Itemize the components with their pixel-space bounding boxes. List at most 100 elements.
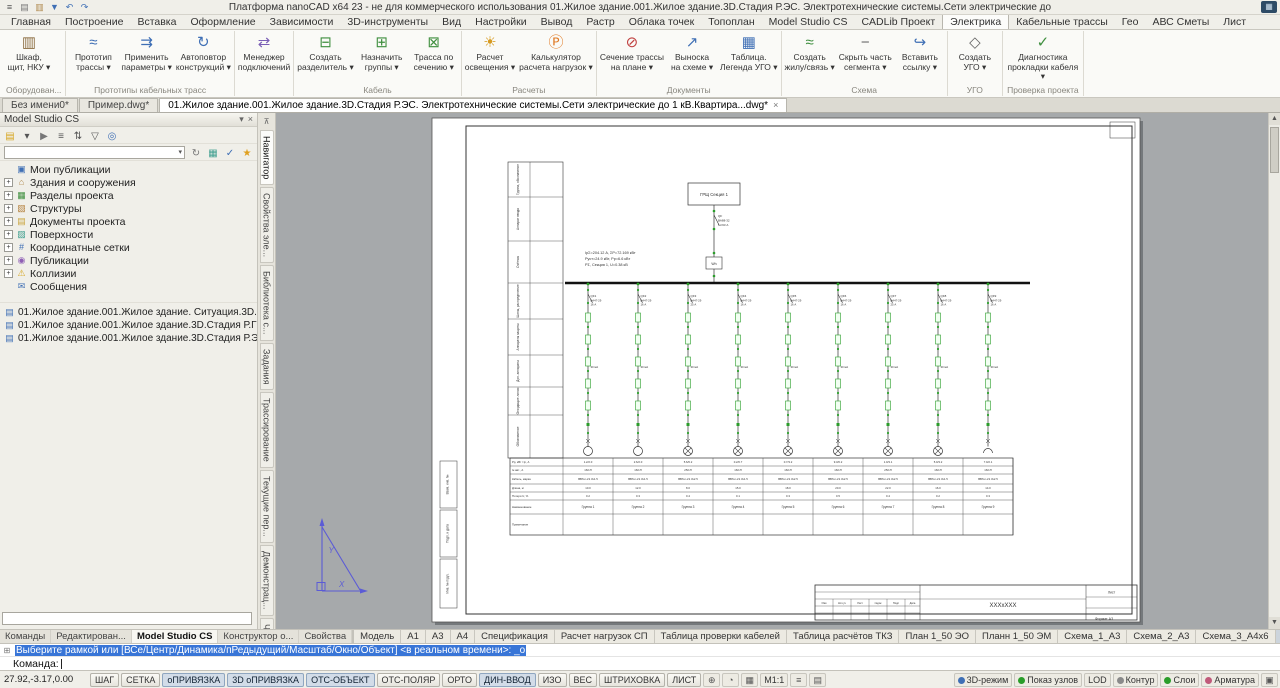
- fullscreen-icon[interactable]: ▣: [1261, 673, 1278, 687]
- undo-icon[interactable]: ↶: [63, 1, 76, 13]
- panel-tab-редактирован[interactable]: Редактирован...: [51, 630, 132, 643]
- layout-tab-а4[interactable]: А4: [451, 630, 476, 643]
- layout-tab-таблица-расчётов-ткз[interactable]: Таблица расчётов ТКЗ: [787, 630, 900, 643]
- layout-tab-а3[interactable]: А3: [426, 630, 451, 643]
- redo-icon[interactable]: ↷: [78, 1, 91, 13]
- expand-icon[interactable]: +: [4, 269, 13, 278]
- publication-item-2[interactable]: ▤01.Жилое здание.001.Жилое здание.3D.Ста…: [0, 319, 257, 332]
- publish-icon[interactable]: ▤: [2, 128, 18, 143]
- создать-жилу-связь-button[interactable]: ≈Создать жилу/связь ▾: [783, 31, 837, 72]
- side-tab-чат[interactable]: Чат: [260, 618, 274, 629]
- publication-filter-combo[interactable]: ▾: [4, 146, 185, 159]
- scroll-down-icon[interactable]: ▼: [1269, 617, 1280, 629]
- расчет-освещения-button[interactable]: ☀Расчет освещения ▾: [463, 31, 517, 72]
- шкаф-щит-нку-button[interactable]: ▥Шкаф, щит, НКУ ▾: [3, 31, 55, 72]
- panel-tab-свойства[interactable]: Свойства: [299, 630, 352, 643]
- scrollbar-thumb[interactable]: [1270, 127, 1279, 173]
- автоповтор-конструкций-button[interactable]: ↻Автоповтор конструкций ▾: [174, 31, 233, 72]
- drawing[interactable]: Группа, обозначениеАппарат вводаСчётчикШ…: [276, 113, 1268, 629]
- play-icon[interactable]: ▶: [36, 128, 52, 143]
- tree-item-сообщения[interactable]: ✉Сообщения: [0, 280, 257, 293]
- side-tab-демонстрац[interactable]: Демонстрац...: [260, 545, 274, 616]
- layout-tab-схема-3-а4х6[interactable]: Схема_3_А4х6: [1196, 630, 1275, 643]
- side-tab-текущие-пер[interactable]: Текущие пер...: [260, 470, 274, 543]
- tree-item-документы-проекта[interactable]: +▤Документы проекта: [0, 215, 257, 228]
- status-toggle-lod[interactable]: LOD: [1084, 673, 1111, 687]
- menu-tab-топоплан[interactable]: Топоплан: [701, 15, 761, 29]
- publication-item-3[interactable]: ▤01.Жилое здание.001.Жилое здание.3D.Ста…: [0, 332, 257, 345]
- doc-tab-пример-dwg[interactable]: Пример.dwg*: [79, 98, 158, 112]
- status-toggle-штриховка[interactable]: ШТРИХОВКА: [599, 673, 665, 687]
- space-mode-button[interactable]: ЛИСТ: [667, 673, 701, 687]
- expand-icon[interactable]: +: [4, 178, 13, 187]
- menu-tab-электрика[interactable]: Электрика: [942, 14, 1009, 29]
- трасса-по-сечению-button[interactable]: ⊠Трасса по сечению ▾: [408, 31, 460, 72]
- вставить-ссылку-button[interactable]: ↪Вставить ссылку ▾: [894, 31, 946, 72]
- сечение-трассы-button[interactable]: ⊘Сечение трассы на плане ▾: [598, 31, 666, 72]
- menu-tab-лист[interactable]: Лист: [1216, 15, 1253, 29]
- tree-item-структуры[interactable]: +▧Структуры: [0, 202, 257, 215]
- status-toggle-отс-поляр[interactable]: ОТС-ПОЛЯР: [377, 673, 441, 687]
- status-toggle-опривязка[interactable]: оПРИВЯЗКА: [162, 673, 225, 687]
- save-icon[interactable]: ▼: [48, 1, 61, 13]
- status-toggle-изо[interactable]: ИЗО: [538, 673, 567, 687]
- layout-tab-таблица-проверки-кабелей[interactable]: Таблица проверки кабелей: [655, 630, 787, 643]
- lineweight-icon[interactable]: ≡: [790, 673, 807, 687]
- диагностика-кабеля-button[interactable]: ✓Диагностика прокладки кабеля ▾: [1004, 31, 1082, 82]
- side-tab-задания[interactable]: Задания: [260, 343, 274, 391]
- tree-item-мои-публикации[interactable]: ▣Мои публикации: [0, 163, 257, 176]
- status-toggle-вес[interactable]: ВЕС: [569, 673, 598, 687]
- favorites-icon[interactable]: ★: [239, 145, 255, 160]
- выноска-на-схеме-button[interactable]: ↗Выноска на схеме ▾: [666, 31, 718, 72]
- pin-icon[interactable]: ⊼: [260, 115, 274, 128]
- menu-tab-главная[interactable]: Главная: [4, 15, 58, 29]
- status-toggle-отс-объект[interactable]: ОТС-ОБЪЕКТ: [306, 673, 374, 687]
- status-toggle-дин-ввод[interactable]: ДИН-ВВОД: [479, 673, 536, 687]
- layout-tab-планн-1-50-эм[interactable]: Планн 1_50 ЭМ: [976, 630, 1058, 643]
- применить-параметры-button[interactable]: ⇉Применить параметры ▾: [119, 31, 173, 72]
- status-toggle-3d-режим[interactable]: 3D-режим: [954, 673, 1013, 687]
- таблица-легенда-уго-button[interactable]: ▦Таблица. Легенда УГО ▾: [718, 31, 779, 72]
- менеджер-подключений-button[interactable]: ⇄Менеджер подключений: [236, 31, 292, 72]
- menu-tab-cadlib-проект[interactable]: CADLib Проект: [854, 15, 942, 29]
- menu-tab-вывод[interactable]: Вывод: [534, 15, 580, 29]
- new-file-icon[interactable]: ▤: [18, 1, 31, 13]
- panel-close-icon[interactable]: ×: [248, 114, 253, 125]
- status-toggle-3d-опривязка[interactable]: 3D оПРИВЯЗКА: [227, 673, 304, 687]
- layout-tab-спецификация[interactable]: Спецификация: [475, 630, 555, 643]
- прототип-трассы-button[interactable]: ≈Прототип трассы ▾: [67, 31, 119, 72]
- menu-tab-облака-точек[interactable]: Облака точек: [622, 15, 701, 29]
- filter-icon[interactable]: ▽: [87, 128, 103, 143]
- menu-tab-3d-инструменты[interactable]: 3D-инструменты: [340, 15, 435, 29]
- scroll-up-icon[interactable]: ▲: [1269, 113, 1280, 125]
- command-options-icon[interactable]: ⊞: [2, 646, 12, 655]
- layout-tab-схема-2-а3[interactable]: Схема_2_А3: [1127, 630, 1196, 643]
- doc-tab-01-жилое-здание-001-жилое-здание-3d-стад[interactable]: 01.Жилое здание.001.Жилое здание.3D.Стад…: [159, 98, 787, 112]
- expand-icon[interactable]: +: [4, 204, 13, 213]
- window-menu-icon[interactable]: ▦: [1261, 1, 1277, 13]
- калькулятор-нагрузок-button[interactable]: ⓅКалькулятор расчета нагрузок ▾: [517, 31, 595, 72]
- crosshair-icon[interactable]: ⊕: [703, 673, 720, 687]
- command-line[interactable]: Команда:: [0, 656, 1280, 670]
- panel-tab-model-studio-cs[interactable]: Model Studio CS: [132, 630, 218, 643]
- status-toggle-контур[interactable]: Контур: [1113, 673, 1159, 687]
- скрыть-часть-сегмента-button[interactable]: −Скрыть часть сегмента ▾: [837, 31, 894, 72]
- tree-item-публикации[interactable]: +◉Публикации: [0, 254, 257, 267]
- tree-item-поверхности[interactable]: +▨Поверхности: [0, 228, 257, 241]
- panel-menu-icon[interactable]: ▾: [239, 114, 244, 125]
- drawing-canvas[interactable]: Группа, обозначениеАппарат вводаСчётчикШ…: [276, 113, 1280, 629]
- panel-tab-команды[interactable]: Команды: [0, 630, 51, 643]
- side-tab-трассирование[interactable]: Трассирование: [260, 392, 274, 468]
- создать-уго-button[interactable]: ◇Создать УГО ▾: [949, 31, 1001, 72]
- apply-icon[interactable]: ✓: [222, 145, 238, 160]
- tree-item-коллизии[interactable]: +⚠Коллизии: [0, 267, 257, 280]
- menu-tab-зависимости[interactable]: Зависимости: [263, 15, 341, 29]
- layout-tab-схема-1-а3[interactable]: Схема_1_А3: [1058, 630, 1127, 643]
- chevron-down-icon[interactable]: ▾: [176, 148, 184, 156]
- layout-tab-расчет-нагрузок-сп[interactable]: Расчет нагрузок СП: [555, 630, 655, 643]
- menu-tab-настройки[interactable]: Настройки: [468, 15, 534, 29]
- side-tab-библиотека-с[interactable]: Библиотека с...: [260, 265, 274, 340]
- annotation-scale[interactable]: М1:1: [760, 673, 788, 687]
- tree-item-здания-и-сооружения[interactable]: +⌂Здания и сооружения: [0, 176, 257, 189]
- expand-icon[interactable]: +: [4, 217, 13, 226]
